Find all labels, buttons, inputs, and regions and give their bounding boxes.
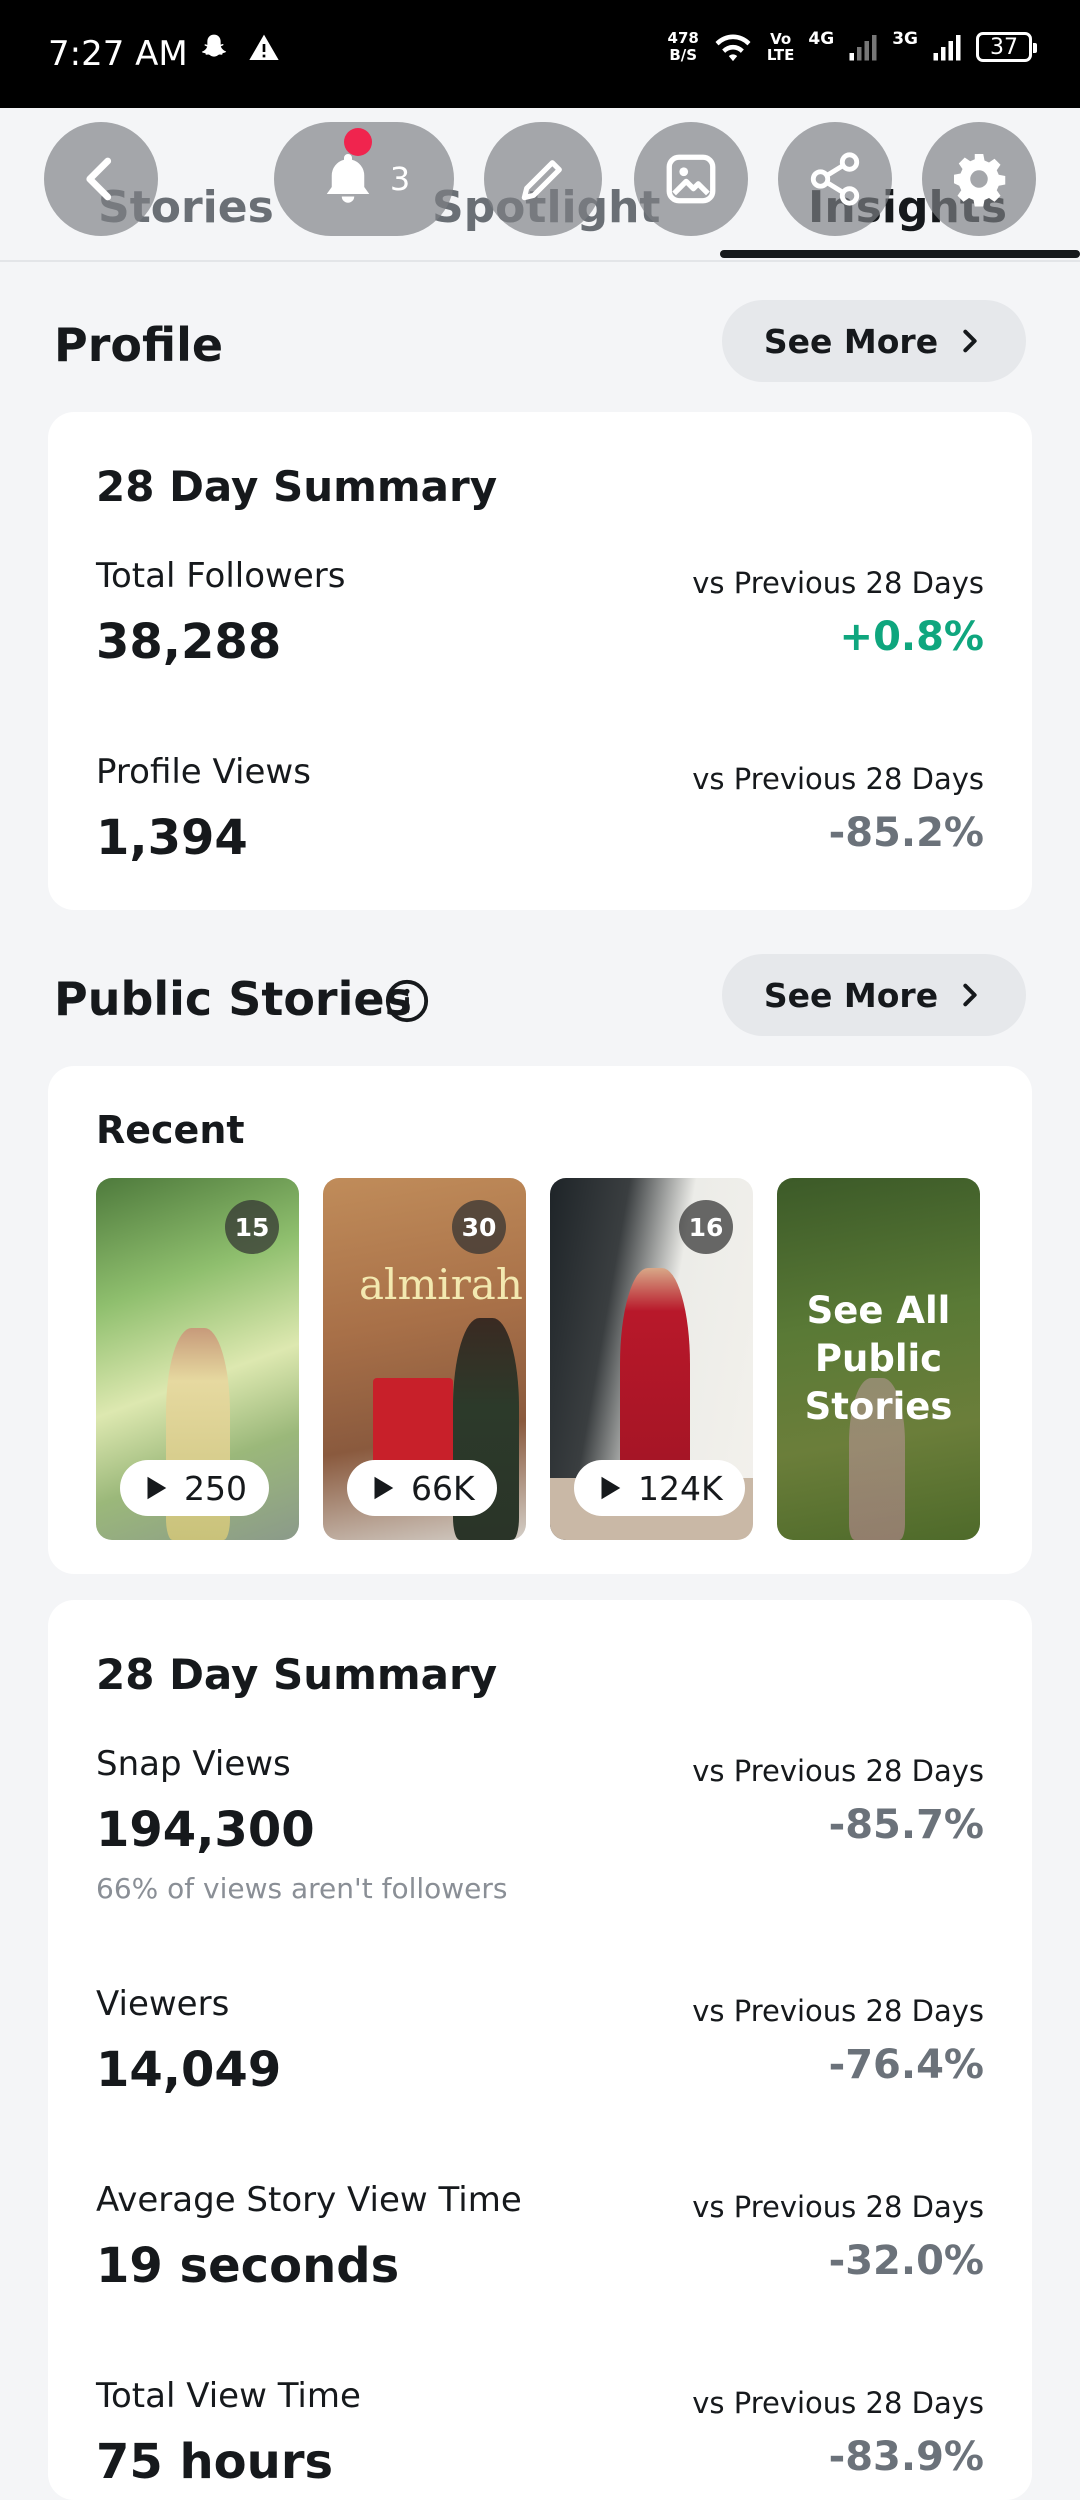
change-value: -76.4%: [828, 2042, 984, 2088]
compare-label: vs Previous 28 Days: [692, 2386, 984, 2420]
stat-label: Total Followers: [96, 556, 346, 596]
stat-label: Profile Views: [96, 752, 311, 792]
snap-count-badge: 15: [225, 1200, 279, 1254]
see-all-public-stories-tile[interactable]: See All Public Stories: [777, 1178, 980, 1540]
notification-dot: [344, 128, 372, 156]
compare-label: vs Previous 28 Days: [692, 566, 984, 600]
views-pill: 250: [120, 1460, 269, 1516]
story-thumbnail[interactable]: 16 124K: [550, 1178, 753, 1540]
total-followers-value: 38,288: [96, 614, 282, 670]
snap-count-badge: 16: [679, 1200, 733, 1254]
chevron-right-icon: [963, 983, 977, 1007]
compare-label: vs Previous 28 Days: [692, 762, 984, 796]
insights-header: Stories Spotlight Insights 3: [0, 108, 1080, 262]
volte-indicator: Vo LTE: [766, 30, 795, 64]
snapchat-ghost-icon: [201, 34, 227, 57]
change-value: -32.0%: [828, 2238, 984, 2284]
views-pill: 66K: [347, 1460, 497, 1516]
thumbnail-sign-text: almirah: [359, 1260, 523, 1309]
share-button[interactable]: [778, 122, 892, 236]
change-value: +0.8%: [839, 614, 984, 660]
play-icon: [147, 1476, 167, 1500]
snap-count-badge: 30: [452, 1200, 506, 1254]
signal-icon: [849, 35, 877, 61]
snap-views-value: 194,300: [96, 1802, 315, 1858]
change-value: -85.2%: [828, 810, 984, 856]
wifi-icon: [715, 34, 751, 62]
gear-icon: [954, 154, 1006, 207]
image-icon: [666, 154, 716, 204]
public-stories-heading: Public Stories: [54, 972, 412, 1026]
profile-heading: Profile: [54, 318, 224, 372]
stat-label: Average Story View Time: [96, 2180, 522, 2220]
notification-count: 3: [389, 160, 411, 198]
signal-icon: [933, 35, 961, 61]
network-speed: 478 B/S: [667, 29, 699, 64]
card-title: 28 Day Summary: [96, 462, 498, 511]
info-icon[interactable]: [384, 978, 430, 1024]
active-tab-indicator: [720, 250, 1080, 258]
back-icon: [86, 157, 112, 201]
compare-label: vs Previous 28 Days: [692, 1994, 984, 2028]
battery-indicator: 37: [976, 32, 1037, 62]
viewers-value: 14,049: [96, 2042, 282, 2098]
average-view-time-value: 19 seconds: [96, 2238, 400, 2294]
stat-label: Viewers: [96, 1984, 230, 2024]
image-button[interactable]: [634, 122, 748, 236]
edit-button[interactable]: [484, 122, 602, 236]
recent-heading: Recent: [96, 1108, 245, 1152]
views-pill: 124K: [574, 1460, 745, 1516]
total-view-time-value: 75 hours: [96, 2434, 334, 2490]
profile-summary-card: 28 Day Summary Total Followers 38,288 vs…: [48, 412, 1032, 910]
see-all-label: See All Public Stories: [804, 1289, 953, 1428]
profile-views-value: 1,394: [96, 810, 248, 866]
stories-summary-card: 28 Day Summary Snap Views 194,300 66% of…: [48, 1600, 1032, 2500]
play-icon: [374, 1476, 394, 1500]
chevron-right-icon: [963, 329, 977, 353]
notifications-button[interactable]: 3: [274, 122, 454, 236]
change-value: -85.7%: [828, 1802, 984, 1848]
play-icon: [601, 1476, 621, 1500]
compare-label: vs Previous 28 Days: [692, 2190, 984, 2224]
back-button[interactable]: [44, 122, 158, 236]
public-stories-see-more-button[interactable]: See More: [722, 954, 1026, 1036]
edit-icon: [521, 160, 562, 201]
stat-note: 66% of views aren't followers: [96, 1872, 508, 1905]
stat-label: Snap Views: [96, 1744, 291, 1784]
bell-icon: [326, 154, 370, 203]
compare-label: vs Previous 28 Days: [692, 1754, 984, 1788]
status-time: 7:27 AM: [48, 34, 188, 74]
change-value: -83.9%: [828, 2434, 984, 2480]
card-title: 28 Day Summary: [96, 1650, 498, 1699]
story-thumbnail[interactable]: almirah 30 66K: [323, 1178, 526, 1540]
warning-icon: [249, 34, 279, 60]
status-bar: 7:27 AM 478 B/S Vo LTE 4G 3G 37: [0, 0, 1080, 108]
story-thumbnail[interactable]: 15 250: [96, 1178, 299, 1540]
share-icon: [810, 152, 860, 206]
profile-see-more-button[interactable]: See More: [722, 300, 1026, 382]
settings-button[interactable]: [922, 122, 1036, 236]
stat-label: Total View Time: [96, 2376, 361, 2416]
